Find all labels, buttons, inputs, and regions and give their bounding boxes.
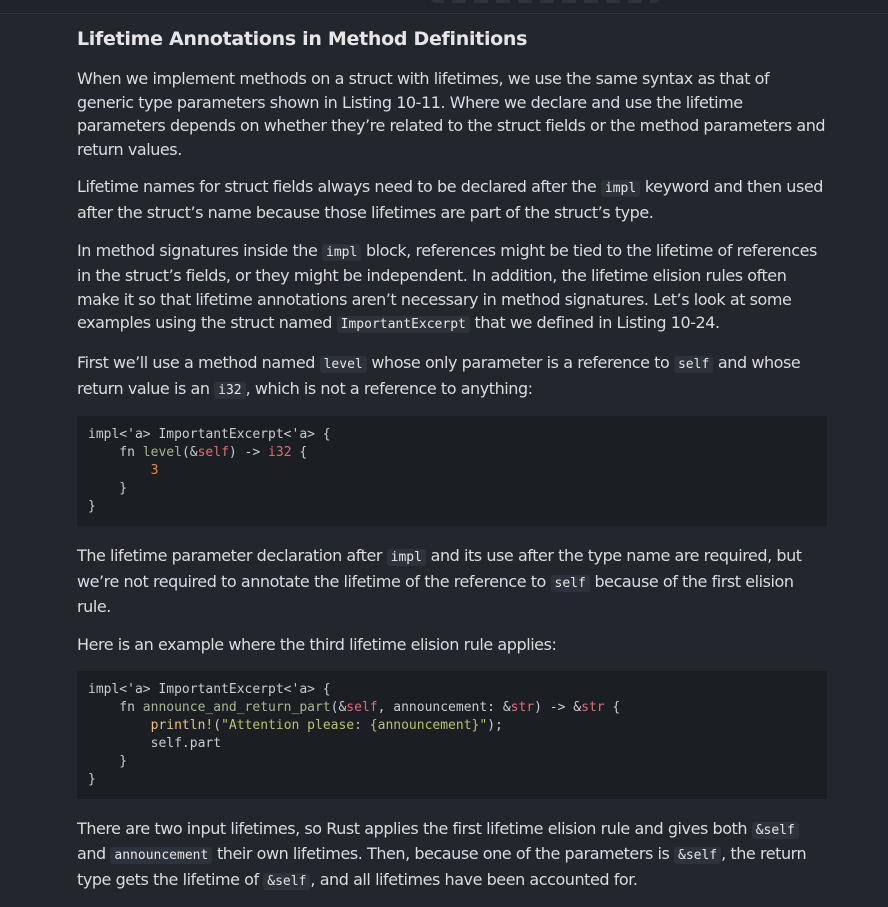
text: their own lifetimes. Then, because one o…: [212, 844, 674, 864]
paragraph-4: First we’ll use a method named level who…: [77, 351, 827, 402]
code-token: str: [581, 699, 605, 715]
code-line: }: [88, 481, 128, 497]
code-token: println!: [150, 717, 214, 733]
code-token: , announcement: &: [377, 699, 511, 715]
text: that we defined in Listing 10-24.: [469, 313, 721, 333]
code-token: 3: [150, 463, 159, 479]
code-line: }: [88, 499, 96, 515]
text: First we’ll use a method named: [77, 352, 320, 372]
inline-code: self: [673, 355, 714, 373]
inline-code: i32: [214, 381, 246, 399]
code-block-level[interactable]: impl<'a> ImportantExcerpt<'a> { fn level…: [77, 416, 827, 527]
text: , which is not a reference to anything:: [245, 378, 533, 398]
code-line: impl<'a> ImportantExcerpt<'a> {: [88, 681, 331, 697]
inline-code: impl: [322, 243, 362, 261]
code-token: i32: [268, 445, 292, 461]
code-token: fn: [88, 699, 143, 715]
code-token: level: [142, 445, 182, 461]
inline-code: &self: [674, 847, 722, 865]
code-token: {: [604, 699, 621, 715]
code-token: (: [213, 717, 222, 733]
inline-code: &self: [751, 821, 799, 839]
paragraph-1: When we implement methods on a struct wi…: [77, 69, 826, 159]
code-token: (&: [181, 445, 198, 461]
code-token: (&: [330, 699, 347, 715]
text: , and all lifetimes have been accounted …: [310, 869, 638, 889]
inline-code: impl: [600, 180, 641, 198]
text: In method signatures inside the: [77, 240, 323, 260]
text: The lifetime parameter declaration after: [77, 546, 387, 566]
code-block-announce[interactable]: impl<'a> ImportantExcerpt<'a> { fn annou…: [77, 670, 827, 799]
inline-code: &self: [263, 872, 311, 890]
code-token: self: [346, 699, 378, 715]
paragraph-6: Here is an example where the third lifet…: [77, 634, 557, 654]
code-token: );: [487, 717, 503, 733]
text: There are two input lifetimes, so Rust a…: [77, 818, 752, 838]
code-token: str: [510, 699, 535, 715]
cut-off-heading-text: [430, 0, 660, 3]
main-content: Lifetime Annotations in Method Definitio…: [77, 28, 827, 907]
code-line: impl<'a> ImportantExcerpt<'a> {: [88, 427, 331, 443]
text: and: [77, 844, 111, 864]
paragraph-2: Lifetime names for struct fields always …: [77, 175, 827, 224]
inline-code: level: [319, 355, 367, 373]
code-token: "Attention please: {announcement}": [221, 717, 488, 733]
code-token: ) ->: [228, 445, 269, 461]
code-line: }: [88, 753, 128, 769]
top-bar: [0, 0, 888, 14]
paragraph-5: The lifetime parameter declaration after…: [77, 544, 827, 619]
code-token: announce_and_return_part: [142, 699, 331, 715]
paragraph-3: In method signatures inside the impl blo…: [77, 239, 827, 337]
code-line: }: [88, 771, 96, 787]
code-token: fn: [88, 445, 143, 461]
text: Lifetime names for struct fields always …: [77, 177, 601, 197]
code-token: ) -> &: [534, 699, 582, 715]
code-token: self.part: [150, 735, 222, 751]
inline-code: announcement: [110, 847, 213, 865]
inline-code: self: [550, 574, 590, 592]
code-token: {: [291, 445, 308, 461]
inline-code: ImportantExcerpt: [336, 316, 470, 334]
section-heading[interactable]: Lifetime Annotations in Method Definitio…: [77, 28, 827, 50]
text: whose only parameter is a reference to: [366, 352, 674, 372]
code-token: self: [197, 445, 229, 461]
inline-code: impl: [386, 549, 426, 567]
